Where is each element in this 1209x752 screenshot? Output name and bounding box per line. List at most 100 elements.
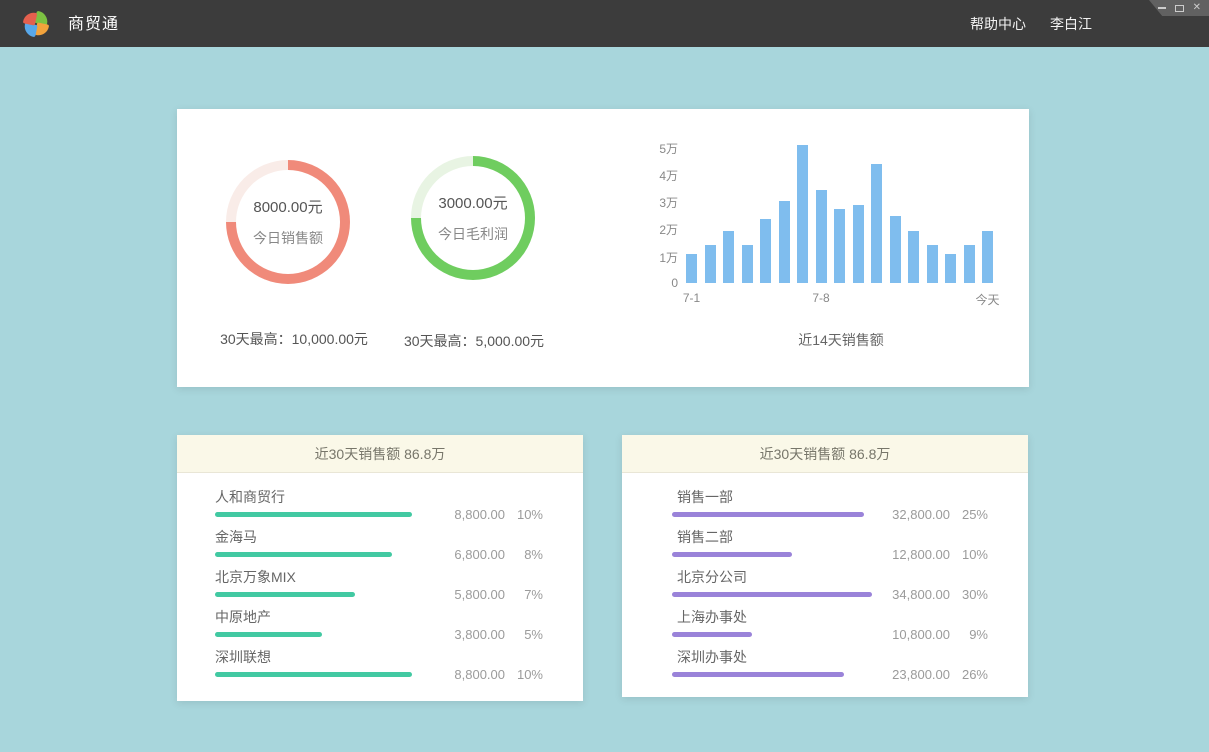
daily-sales-chart: 近14天销售额 0 1万 2万 3万 4万 5万 7-1 7-8 今天 xyxy=(638,133,1010,378)
rank-row-bar xyxy=(672,512,864,517)
daily-sales-bar xyxy=(890,216,901,283)
rank-row: 北京万象MIX 5,800.00 7% xyxy=(215,570,543,610)
maximize-icon[interactable] xyxy=(1175,5,1184,12)
rank-row-value: 8,800.00 xyxy=(433,507,505,522)
rank-row-label: 深圳办事处 xyxy=(677,650,988,665)
rank-row-bar xyxy=(215,512,412,517)
rank-row-numbers: 3,800.00 5% xyxy=(433,627,543,642)
daily-sales-bar xyxy=(779,201,790,283)
app-window: 商贸通 帮助中心 李白江 ✕ 8000.00元 今日销售额 30天最高：10,0… xyxy=(0,0,1209,752)
rank-row-label: 北京万象MIX xyxy=(215,570,543,585)
daily-sales-chart-title: 近14天销售额 xyxy=(686,330,996,350)
y-axis-tick-label: 3万 xyxy=(638,194,678,211)
help-center-link[interactable]: 帮助中心 xyxy=(970,14,1026,34)
rank-row: 上海办事处10,800.009% xyxy=(672,610,988,650)
daily-sales-bar xyxy=(760,219,771,283)
rank-row-percent: 8% xyxy=(513,547,543,562)
rank-row-label: 深圳联想 xyxy=(215,650,543,665)
rank-row-percent: 7% xyxy=(513,587,543,602)
titlebar: 商贸通 帮助中心 李白江 ✕ xyxy=(0,0,1209,47)
x-axis-tick-label: 7-1 xyxy=(683,291,700,305)
department-rank-title: 近30天销售额 86.8万 xyxy=(622,435,1028,473)
titlebar-menu: 帮助中心 李白江 xyxy=(970,0,1092,47)
overview-card: 8000.00元 今日销售额 30天最高：10,000.00元 3000.00元… xyxy=(177,109,1029,387)
rank-row-bar xyxy=(215,552,392,557)
rank-row-numbers: 23,800.0026% xyxy=(878,667,988,682)
department-rank-list: 销售一部32,800.0025%销售二部12,800.0010%北京分公司34,… xyxy=(622,473,1028,690)
rank-row: 北京分公司34,800.0030% xyxy=(672,570,988,610)
rank-row-numbers: 8,800.00 10% xyxy=(433,667,543,682)
rank-row: 销售一部 32,800.00 25% xyxy=(672,490,988,530)
rank-row-numbers: 8,800.00 10% xyxy=(433,507,543,522)
rank-row-percent: 25% xyxy=(958,507,988,522)
daily-sales-bar xyxy=(742,245,753,283)
app-title: 商贸通 xyxy=(68,0,119,47)
today-sales-label: 今日销售额 xyxy=(253,228,323,248)
dashboard: 8000.00元 今日销售额 30天最高：10,000.00元 3000.00元… xyxy=(0,47,1209,752)
y-axis-tick-label: 1万 xyxy=(638,249,678,266)
daily-sales-bar xyxy=(723,231,734,283)
rank-row-value: 5,800.00 xyxy=(433,587,505,602)
rank-row-percent: 5% xyxy=(513,627,543,642)
daily-sales-bar xyxy=(797,145,808,283)
rank-row-value: 6,800.00 xyxy=(433,547,505,562)
daily-sales-bar xyxy=(686,254,697,283)
rank-row-bar xyxy=(672,592,872,597)
rank-row-value: 3,800.00 xyxy=(433,627,505,642)
department-rank-card: 近30天销售额 86.8万 销售一部 32,800.00 25% 销售二部 12,800… xyxy=(622,435,1028,697)
y-axis-tick-label: 5万 xyxy=(638,140,678,157)
rank-row-percent: 26% xyxy=(958,667,988,682)
rank-row: 人和商贸行 8,800.00 10% xyxy=(215,490,543,530)
rank-row-label: 销售一部 xyxy=(677,490,988,505)
rank-row: 中原地产 3,800.00 5% xyxy=(215,610,543,650)
rank-row-value: 12,800.00 xyxy=(878,547,950,562)
minimize-icon[interactable] xyxy=(1158,7,1166,9)
window-controls: ✕ xyxy=(1149,0,1209,16)
today-sales-donut: 8000.00元 今日销售额 xyxy=(226,160,350,284)
rank-row-bar xyxy=(215,632,322,637)
rank-row-percent: 10% xyxy=(513,667,543,682)
daily-sales-bar xyxy=(982,231,993,283)
daily-sales-bar xyxy=(927,245,938,283)
daily-sales-bar xyxy=(945,254,956,283)
daily-sales-plot xyxy=(686,133,996,283)
x-axis-tick-label: 7-8 xyxy=(812,291,829,305)
y-axis-tick-label: 0 xyxy=(638,276,678,290)
rank-row-percent: 9% xyxy=(958,627,988,642)
rank-row-numbers: 5,800.00 7% xyxy=(433,587,543,602)
daily-sales-bar xyxy=(705,245,716,283)
rank-row-label: 中原地产 xyxy=(215,610,543,625)
close-icon[interactable]: ✕ xyxy=(1193,3,1201,13)
today-profit-value: 3000.00元 xyxy=(438,192,507,213)
rank-row-label: 金海马 xyxy=(215,530,543,545)
customer-rank-card: 近30天销售额 86.8万 人和商贸行 8,800.00 10% 金海马 6,800.0… xyxy=(177,435,583,701)
daily-sales-bar xyxy=(816,190,827,283)
today-sales-value: 8000.00元 xyxy=(253,196,322,217)
daily-sales-bar xyxy=(908,231,919,283)
daily-sales-bar xyxy=(834,209,845,283)
rank-row-percent: 30% xyxy=(958,587,988,602)
rank-row-label: 人和商贸行 xyxy=(215,490,543,505)
y-axis-tick-label: 2万 xyxy=(638,221,678,238)
rank-row-bar xyxy=(215,672,412,677)
pinwheel-logo-icon xyxy=(21,9,51,39)
rank-row-numbers: 10,800.00 9% xyxy=(878,627,988,642)
rank-row: 深圳办事处 23,800.0026% xyxy=(672,650,988,690)
customer-rank-list: 人和商贸行 8,800.00 10% 金海马 6,800.00 8% 北京万象MIX 5,80… xyxy=(177,473,583,690)
rank-row-value: 10,800.00 xyxy=(878,627,950,642)
rank-row-value: 32,800.00 xyxy=(878,507,950,522)
user-menu[interactable]: 李白江 xyxy=(1050,14,1092,34)
today-sales-max-caption: 30天最高：10,000.00元 xyxy=(220,329,368,349)
rank-row-label: 销售二部 xyxy=(677,530,988,545)
rank-row-numbers: 32,800.00 25% xyxy=(878,507,988,522)
y-axis-tick-label: 4万 xyxy=(638,167,678,184)
rank-row-value: 34,800.00 xyxy=(878,587,950,602)
rank-row-bar xyxy=(215,592,355,597)
customer-rank-title: 近30天销售额 86.8万 xyxy=(177,435,583,473)
rank-row-bar xyxy=(672,672,844,677)
x-axis-tick-label: 今天 xyxy=(975,291,999,308)
rank-row-percent: 10% xyxy=(513,507,543,522)
daily-sales-bar xyxy=(871,164,882,283)
rank-row-value: 8,800.00 xyxy=(433,667,505,682)
rank-row-numbers: 6,800.00 8% xyxy=(433,547,543,562)
